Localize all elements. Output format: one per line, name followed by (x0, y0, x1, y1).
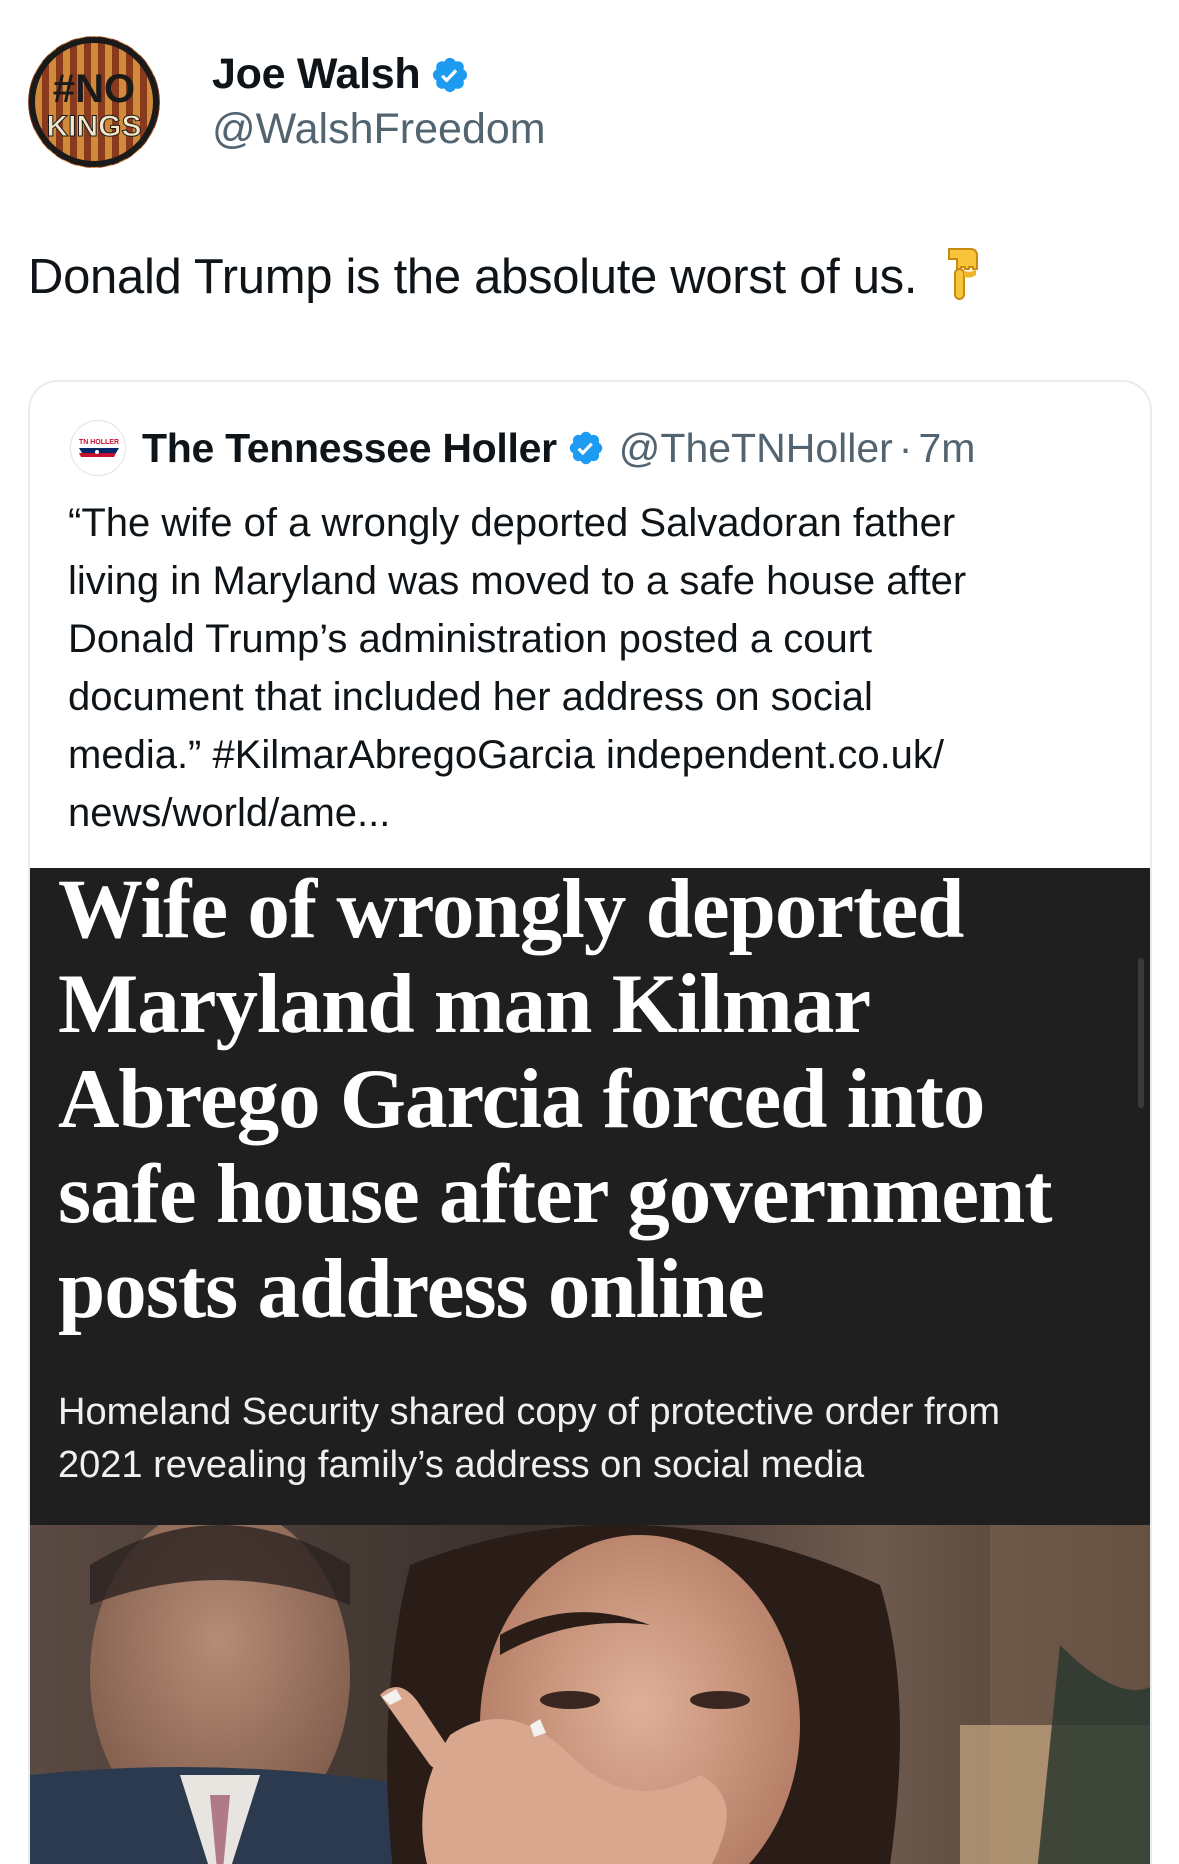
pointing-down-emoji-icon (941, 245, 985, 313)
avatar-text-top: #NO (53, 67, 135, 111)
quoted-text-line: “The wife of a wrongly deported Salvador… (68, 501, 956, 545)
quoted-text-line: document that included her address on so… (68, 675, 873, 719)
quoted-timestamp[interactable]: 7m (918, 425, 975, 472)
verified-badge-icon (430, 55, 470, 95)
subhead-line: 2021 revealing family’s address on socia… (58, 1444, 865, 1486)
quoted-avatar-text: TN HOLLER (79, 439, 119, 446)
quoted-text-line: news/world/ame... (68, 791, 391, 835)
separator-dot: · (898, 424, 913, 471)
article-screenshot-image[interactable]: Wife of wrongly deported Maryland man Ki… (30, 862, 1150, 1525)
article-subheadline: Homeland Security shared copy of protect… (58, 1386, 1000, 1492)
headline-line: Wife of wrongly deported (58, 862, 964, 956)
tweet-text: Donald Trump is the absolute worst of us… (28, 245, 985, 313)
quoted-author-handle[interactable]: @TheTNHoller (619, 425, 893, 472)
avatar-image: #NO KINGS (28, 36, 160, 168)
headline-line: Abrego Garcia forced into (58, 1052, 985, 1146)
quoted-tweet-text: “The wife of a wrongly deported Salvador… (68, 494, 1128, 842)
quoted-author-name[interactable]: The Tennessee Holler (142, 425, 557, 472)
scrollbar (1138, 958, 1144, 1108)
article-headline: Wife of wrongly deported Maryland man Ki… (58, 862, 1053, 1337)
author-handle[interactable]: @WalshFreedom (212, 105, 546, 154)
headline-line: safe house after government (58, 1147, 1053, 1241)
quoted-text-line: living in Maryland was moved to a safe h… (68, 559, 967, 603)
quoted-text-line: Donald Trump’s administration posted a c… (68, 617, 873, 661)
quoted-text-line: media.” #KilmarAbregoGarcia independent.… (68, 733, 945, 777)
quoted-author-avatar[interactable]: TN HOLLER (70, 420, 126, 476)
tweet-text-content: Donald Trump is the absolute worst of us… (28, 250, 918, 304)
quoted-tweet-header: TN HOLLER The Tennessee Holler @TheTNHol… (70, 420, 975, 476)
quoted-tweet-card[interactable]: TN HOLLER The Tennessee Holler @TheTNHol… (28, 380, 1152, 1864)
article-photo[interactable] (30, 1525, 1150, 1864)
photo-illustration (30, 1525, 1150, 1864)
headline-line: posts address online (58, 1242, 765, 1336)
subhead-line: Homeland Security shared copy of protect… (58, 1391, 1000, 1433)
verified-badge-icon (567, 429, 605, 467)
headline-line: Maryland man Kilmar (58, 957, 871, 1051)
avatar-text-bottom: KINGS (46, 110, 141, 143)
author-avatar[interactable]: #NO KINGS (28, 36, 160, 168)
tweet-author[interactable]: #NO KINGS Joe Walsh @WalshFreedom (28, 36, 546, 168)
author-name[interactable]: Joe Walsh (212, 50, 421, 99)
